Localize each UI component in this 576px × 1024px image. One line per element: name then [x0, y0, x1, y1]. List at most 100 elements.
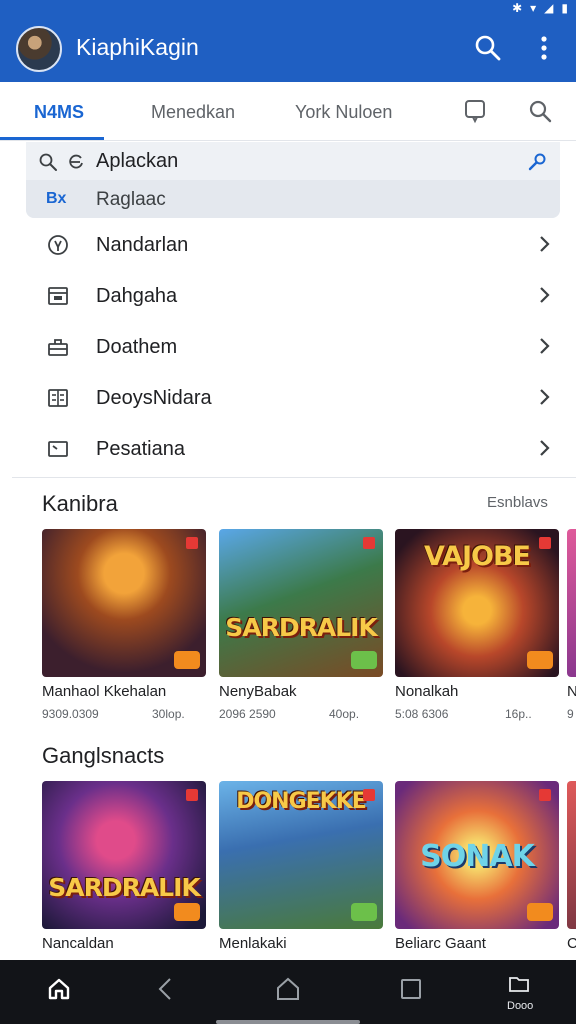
game-logo: SARDRALIK	[225, 613, 378, 642]
game-thumbnail: VAJOBE	[395, 529, 559, 677]
location-pin-icon	[48, 235, 68, 255]
game-title: C	[567, 935, 576, 952]
game-card[interactable]: C	[567, 781, 576, 956]
card-row: Manhaol Kkehalan 9309.0309 30lop. SARDRA…	[0, 529, 576, 729]
game-size: 16p..	[505, 707, 532, 721]
menu-item-label: Pesatiana	[96, 438, 185, 460]
menu-list: Nandarlan Dahgaha Doathem DeoysNidara Pe…	[0, 220, 576, 475]
tab-indicator	[0, 137, 104, 140]
search-query: Aplackan	[96, 150, 179, 172]
badge-icon	[539, 537, 551, 549]
menu-item-label: Dahgaha	[96, 285, 178, 307]
game-title: Nonalkah	[395, 683, 459, 700]
game-thumbnail: DONGEKKE	[219, 781, 383, 929]
menu-item-label: Nandarlan	[96, 234, 189, 256]
suggestion-tag: Bx	[46, 190, 67, 207]
action-pill	[351, 651, 377, 669]
game-meta: 9	[567, 707, 574, 721]
folder-icon[interactable]	[507, 972, 531, 996]
badge-icon	[363, 537, 375, 549]
edit-icon[interactable]	[526, 151, 548, 173]
app-title: KiaphiKagin	[76, 34, 199, 60]
game-card[interactable]: N 9	[567, 529, 576, 729]
action-pill	[527, 651, 553, 669]
game-logo: DONGEKKE	[236, 789, 367, 814]
search-input[interactable]: Aplackan	[26, 142, 560, 180]
badge-icon	[186, 789, 198, 801]
history-icon	[69, 154, 83, 169]
tab-1[interactable]: Menedkan	[151, 102, 235, 123]
menu-item[interactable]: Doathem	[0, 322, 576, 373]
menu-item-label: DeoysNidara	[96, 387, 212, 409]
game-thumbnail	[567, 529, 576, 677]
recents-icon[interactable]	[398, 976, 424, 1002]
badge-icon	[539, 789, 551, 801]
more-vert-icon[interactable]	[528, 32, 560, 64]
chevron-right-icon	[540, 389, 550, 405]
menu-item[interactable]: Dahgaha	[0, 271, 576, 322]
wifi-icon: ▾	[530, 1, 537, 15]
game-title: Manhaol Kkehalan	[42, 683, 167, 700]
game-size: 40op.	[329, 707, 360, 721]
game-size: 30lop.	[152, 707, 185, 721]
calendar-icon	[48, 287, 68, 305]
action-pill	[351, 903, 377, 921]
gesture-handle	[216, 1020, 360, 1024]
action-pill	[527, 903, 553, 921]
document-icon	[48, 389, 68, 407]
menu-item[interactable]: Pesatiana	[0, 424, 576, 475]
game-meta: 5:08 6306	[395, 707, 449, 721]
message-icon[interactable]	[462, 98, 488, 124]
game-logo: SONAK	[420, 839, 535, 874]
search-icon[interactable]	[527, 98, 553, 124]
chevron-right-icon	[540, 236, 550, 252]
game-title: Beliarc Gaant	[395, 935, 486, 952]
game-thumbnail	[567, 781, 576, 929]
chevron-right-icon	[540, 338, 550, 354]
screen-icon	[48, 441, 68, 457]
home-icon[interactable]	[46, 976, 72, 1002]
avatar[interactable]	[16, 26, 62, 72]
search-panel: Aplackan Bx Raglaac	[26, 142, 560, 218]
game-thumbnail: SARDRALIK	[42, 781, 206, 929]
card-row: SARDRALIK Nancaldan DONGEKKE Menlakaki S…	[0, 781, 576, 956]
tab-2[interactable]: York Nuloen	[295, 102, 392, 123]
status-bar: ✱ ▾ ◢ ▮	[0, 0, 576, 18]
game-thumbnail	[42, 529, 206, 677]
menu-item[interactable]: Nandarlan	[0, 220, 576, 271]
chevron-right-icon	[540, 287, 550, 303]
section-title: Kanibra	[42, 491, 118, 516]
suggestion-text: Raglaac	[96, 189, 166, 210]
game-title: N	[567, 683, 576, 700]
action-pill	[174, 903, 200, 921]
section-title: Ganglsnacts	[42, 743, 165, 768]
game-thumbnail: SARDRALIK	[219, 529, 383, 677]
nav-label: Dooo	[507, 1000, 534, 1012]
game-title: Nancaldan	[42, 935, 114, 952]
game-thumbnail: SONAK	[395, 781, 559, 929]
action-pill	[174, 651, 200, 669]
briefcase-icon	[48, 339, 68, 356]
search-icon	[39, 153, 57, 171]
battery-icon: ▮	[561, 1, 568, 15]
menu-item-label: Doathem	[96, 336, 178, 358]
badge-icon	[363, 789, 375, 801]
game-logo: VAJOBE	[424, 541, 531, 572]
game-title: NenyBabak	[219, 683, 297, 700]
menu-item[interactable]: DeoysNidara	[0, 373, 576, 424]
search-suggestion[interactable]: Bx Raglaac	[26, 180, 560, 218]
see-all-link[interactable]: Esnblavs	[487, 494, 548, 511]
game-meta: 2096 2590	[219, 707, 276, 721]
back-icon[interactable]	[153, 976, 179, 1002]
home-button-icon[interactable]	[275, 976, 301, 1002]
bottom-navigation-bar: Dooo	[0, 960, 576, 1024]
app-bar: KiaphiKagin	[0, 18, 576, 82]
game-title: Menlakaki	[219, 935, 287, 952]
tab-bar: N4MS Menedkan York Nuloen	[0, 84, 576, 141]
tab-0[interactable]: N4MS	[34, 102, 84, 123]
chevron-right-icon	[540, 440, 550, 456]
search-icon[interactable]	[472, 32, 504, 64]
signal-icon: ◢	[544, 1, 554, 15]
game-logo: SARDRALIK	[48, 873, 201, 902]
badge-icon	[186, 537, 198, 549]
